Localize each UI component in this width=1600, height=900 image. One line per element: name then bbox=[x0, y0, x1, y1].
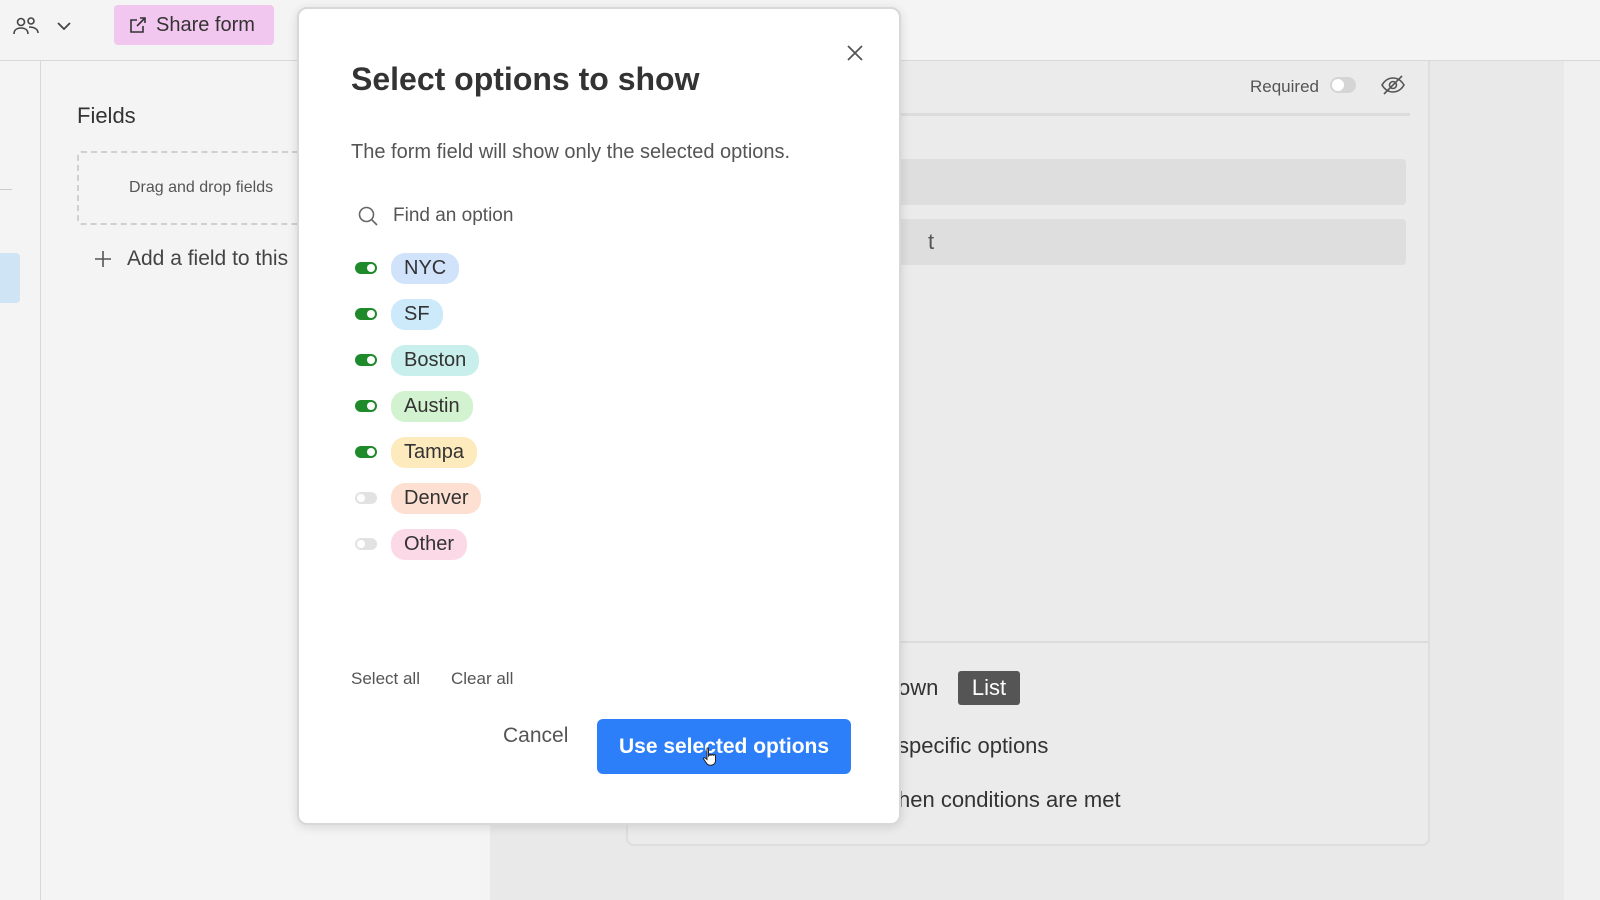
list-option-button[interactable]: List bbox=[958, 671, 1020, 705]
option-toggle[interactable] bbox=[355, 308, 377, 320]
option-pill: Tampa bbox=[391, 436, 478, 468]
use-selected-options-button[interactable]: Use selected options bbox=[597, 719, 851, 774]
share-form-label: Share form bbox=[156, 13, 255, 36]
option-search bbox=[357, 205, 793, 227]
option-row[interactable]: Boston bbox=[355, 344, 480, 376]
conditions-label[interactable]: hen conditions are met bbox=[898, 787, 1121, 813]
plus-icon bbox=[95, 251, 111, 267]
option-row[interactable]: Austin bbox=[355, 390, 473, 422]
option-search-input[interactable] bbox=[393, 205, 793, 227]
right-rail bbox=[1564, 61, 1600, 900]
option-pill: SF bbox=[391, 298, 443, 330]
hide-field-icon[interactable] bbox=[1380, 73, 1406, 97]
hand-cursor-icon bbox=[702, 747, 716, 766]
clear-all-link[interactable]: Clear all bbox=[451, 669, 513, 689]
option-toggle[interactable] bbox=[355, 538, 377, 550]
add-field-label: Add a field to this bbox=[127, 247, 289, 270]
specific-options-label[interactable]: specific options bbox=[898, 733, 1048, 759]
select-options-modal: Select options to show The form field wi… bbox=[297, 7, 901, 825]
option-toggle[interactable] bbox=[355, 354, 377, 366]
modal-description: The form field will show only the select… bbox=[351, 141, 791, 163]
rail-divider bbox=[0, 189, 12, 190]
left-rail bbox=[0, 61, 41, 900]
rail-active-indicator[interactable] bbox=[0, 253, 20, 303]
help-input-text: t bbox=[928, 229, 935, 254]
option-toggle[interactable] bbox=[355, 492, 377, 504]
required-label: Required bbox=[1250, 77, 1319, 96]
option-pill: Other bbox=[391, 528, 468, 560]
required-toggle[interactable] bbox=[1330, 77, 1356, 93]
search-icon bbox=[358, 206, 378, 226]
chevron-down-icon[interactable] bbox=[54, 16, 74, 36]
close-icon[interactable] bbox=[845, 43, 865, 63]
option-toggle[interactable] bbox=[355, 400, 377, 412]
dropdown-option-label[interactable]: own bbox=[898, 675, 938, 701]
people-icon[interactable] bbox=[12, 14, 40, 38]
option-row[interactable]: SF bbox=[355, 298, 443, 330]
option-pill: Denver bbox=[391, 482, 482, 514]
option-pill: Austin bbox=[391, 390, 473, 422]
option-row[interactable]: NYC bbox=[355, 252, 460, 284]
select-all-link[interactable]: Select all bbox=[351, 669, 420, 689]
fields-title: Fields bbox=[77, 103, 136, 128]
option-pill: Boston bbox=[391, 344, 480, 376]
share-form-button[interactable]: Share form bbox=[114, 5, 274, 45]
option-pill: NYC bbox=[391, 252, 460, 284]
option-toggle[interactable] bbox=[355, 262, 377, 274]
add-field-button[interactable]: Add a field to this bbox=[93, 247, 288, 271]
cancel-button[interactable]: Cancel bbox=[503, 724, 568, 748]
modal-title: Select options to show bbox=[351, 61, 700, 97]
option-row[interactable]: Denver bbox=[355, 482, 482, 514]
option-toggle[interactable] bbox=[355, 446, 377, 458]
option-row[interactable]: Other bbox=[355, 528, 468, 560]
external-link-icon bbox=[130, 17, 146, 33]
option-row[interactable]: Tampa bbox=[355, 436, 478, 468]
dropzone-text: Drag and drop fields bbox=[129, 179, 274, 196]
